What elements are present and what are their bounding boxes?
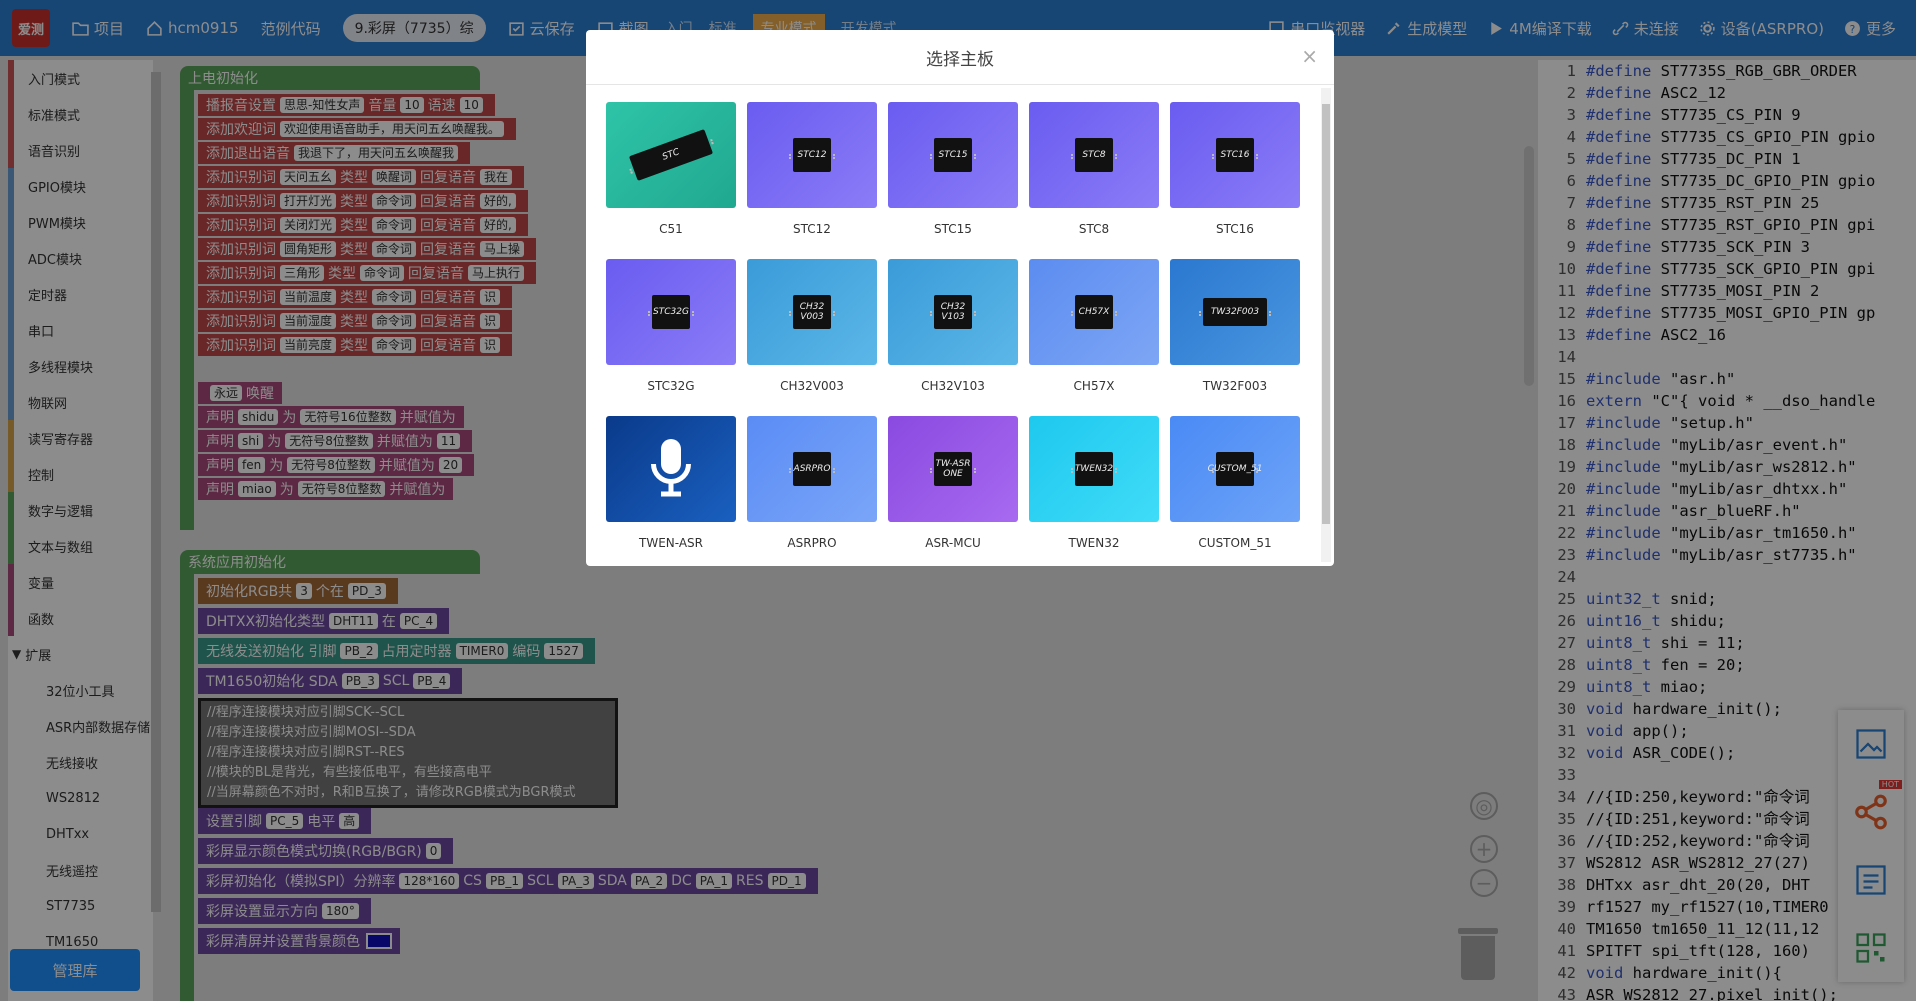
board-name: ASR-MCU [925, 536, 981, 550]
board-name: STC16 [1216, 222, 1254, 236]
board-thumbnail: STC12 [747, 102, 877, 208]
board-thumbnail: TW-ASR ONE [888, 416, 1018, 522]
board-card[interactable]: TWEN-ASR [606, 416, 736, 566]
board-name: STC32G [647, 379, 695, 393]
chip-icon: TW-ASR ONE [930, 452, 976, 486]
board-card[interactable]: STC16 STC16 [1170, 102, 1300, 259]
board-name: CH32V103 [921, 379, 985, 393]
board-thumbnail: CH57X [1029, 259, 1159, 365]
board-card[interactable]: STC8 STC8 [1029, 102, 1159, 259]
chip-icon: TW32F003 [1199, 298, 1271, 326]
board-list: STC C51 STC12 STC12 STC15 STC15 STC8 STC8 STC16 S… [586, 86, 1334, 566]
board-card[interactable]: STC15 STC15 [888, 102, 1018, 259]
chip-icon: CH32 V103 [930, 295, 976, 329]
board-name: ASRPRO [787, 536, 837, 550]
board-thumbnail [606, 416, 736, 522]
board-name: STC8 [1078, 222, 1110, 236]
board-thumbnail: TW32F003 [1170, 259, 1300, 365]
chip-icon: ASRPRO [789, 452, 835, 486]
chip-icon: CH32 V003 [789, 295, 835, 329]
microphone-icon [651, 439, 691, 497]
chip-icon: STC16 [1212, 138, 1258, 172]
board-thumbnail: STC16 [1170, 102, 1300, 208]
board-card[interactable]: TW32F003 TW32F003 [1170, 259, 1300, 416]
chip-icon: STC15 [930, 138, 976, 172]
dialog-scrollbar-thumb[interactable] [1322, 104, 1330, 524]
board-card[interactable]: STC12 STC12 [747, 102, 877, 259]
board-card[interactable]: CH32 V103 CH32V103 [888, 259, 1018, 416]
board-thumbnail: ASRPRO [747, 416, 877, 522]
board-thumbnail: CH32 V003 [747, 259, 877, 365]
board-name: CH32V003 [780, 379, 844, 393]
board-name: CUSTOM_51 [1198, 536, 1272, 550]
chip-icon: STC [628, 129, 714, 181]
board-thumbnail: TWEN32 [1029, 416, 1159, 522]
board-card[interactable]: TW-ASR ONE ASR-MCU [888, 416, 1018, 566]
close-icon[interactable]: × [1301, 44, 1318, 68]
board-card[interactable]: CH57X CH57X [1029, 259, 1159, 416]
board-card[interactable]: STC32G STC32G [606, 259, 736, 416]
board-name: C51 [659, 222, 683, 236]
dialog-title: 选择主板 [926, 49, 994, 70]
board-name: TW32F003 [1202, 379, 1268, 393]
board-card[interactable]: ASRPRO ASRPRO [747, 416, 877, 566]
board-card[interactable]: CUSTOM_51 CUSTOM_51 [1170, 416, 1300, 566]
chip-icon: TWEN32 [1071, 452, 1117, 486]
board-thumbnail: STC32G [606, 259, 736, 365]
board-name: CH57X [1073, 379, 1115, 393]
dialog-header: 选择主板 × [586, 30, 1334, 85]
chip-icon: STC12 [789, 138, 835, 172]
chip-icon: STC8 [1071, 138, 1117, 172]
board-thumbnail: CH32 V103 [888, 259, 1018, 365]
chip-icon: CUSTOM_51 [1208, 452, 1262, 486]
board-name: TWEN-ASR [639, 536, 703, 550]
board-card[interactable]: CH32 V003 CH32V003 [747, 259, 877, 416]
board-thumbnail: STC8 [1029, 102, 1159, 208]
chip-icon: CH57X [1071, 295, 1117, 329]
board-name: TWEN32 [1068, 536, 1120, 550]
board-card[interactable]: STC C51 [606, 102, 736, 259]
board-thumbnail: CUSTOM_51 [1170, 416, 1300, 522]
board-thumbnail: STC15 [888, 102, 1018, 208]
select-board-dialog: 选择主板 × STC C51 STC12 STC12 STC15 STC15 STC8 STC… [586, 30, 1334, 566]
board-name: STC15 [934, 222, 972, 236]
dialog-scrollbar[interactable] [1321, 88, 1331, 562]
board-card[interactable]: TWEN32 TWEN32 [1029, 416, 1159, 566]
chip-icon: STC32G [648, 295, 694, 329]
board-thumbnail: STC [606, 102, 736, 208]
board-name: STC12 [793, 222, 831, 236]
